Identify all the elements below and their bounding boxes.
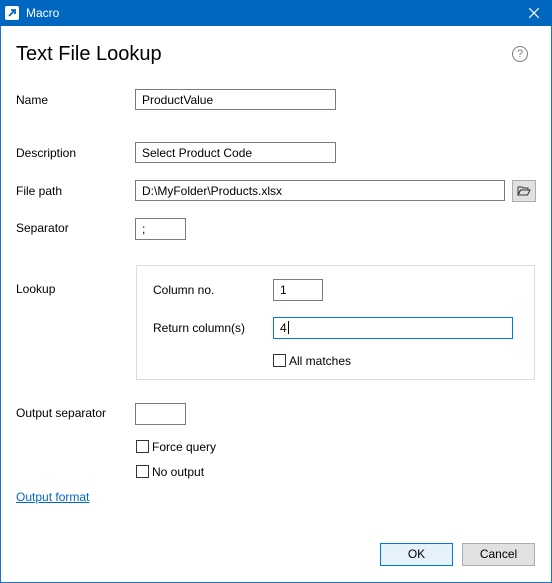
lookup-label: Lookup [16,282,56,296]
file-path-label: File path [16,184,63,198]
file-path-input[interactable]: D:\MyFolder\Products.xlsx [135,180,505,201]
column-no-input[interactable]: 1 [273,279,323,301]
output-separator-input[interactable] [135,403,186,425]
no-output-checkbox[interactable] [136,465,149,478]
return-columns-input[interactable]: 4 [273,317,513,339]
close-button[interactable] [516,0,552,26]
no-output-label: No output [152,465,205,479]
separator-input[interactable]: ; [135,218,186,240]
return-columns-label: Return column(s) [153,321,246,335]
title-bar[interactable]: Macro [0,0,552,26]
help-icon[interactable]: ? [512,46,528,62]
output-format-link[interactable]: Output format [16,490,89,504]
cancel-button[interactable]: Cancel [462,543,535,566]
all-matches-checkbox[interactable] [273,354,286,367]
all-matches-label: All matches [289,354,352,368]
name-label: Name [16,93,49,107]
force-query-checkbox[interactable] [136,440,149,453]
output-separator-label: Output separator [16,406,107,420]
app-icon [5,6,19,20]
name-input[interactable]: ProductValue [135,89,336,110]
close-icon [529,8,539,18]
ok-button[interactable]: OK [380,543,453,566]
force-query-label: Force query [152,440,217,454]
browse-button[interactable] [512,180,536,202]
description-label: Description [16,146,77,160]
return-columns-value: 4 [280,321,287,335]
dialog-heading: Text File Lookup [16,43,162,65]
column-no-label: Column no. [153,283,215,297]
folder-open-icon [517,186,531,196]
window-title: Macro [26,6,60,20]
separator-label: Separator [16,221,69,235]
text-caret [287,321,289,334]
description-input[interactable]: Select Product Code [135,142,336,163]
